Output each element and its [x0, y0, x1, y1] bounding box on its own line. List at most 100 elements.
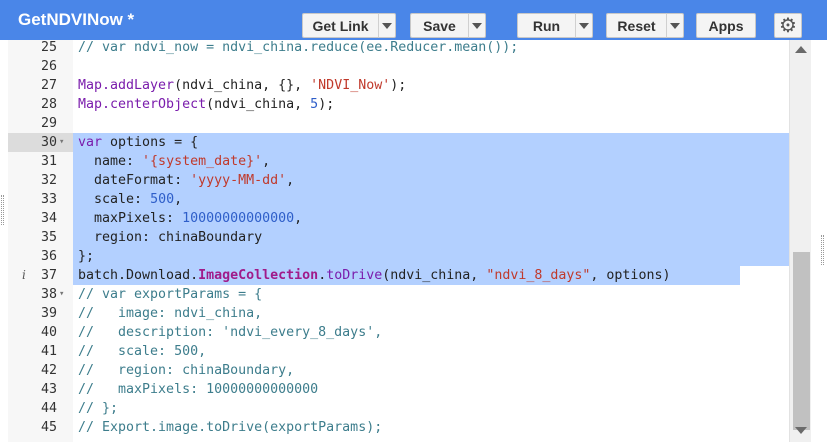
code-line[interactable]: // region: chinaBoundary,: [73, 361, 794, 380]
code-text: // maxPixels: 10000000000000: [78, 382, 318, 397]
code-line[interactable]: [73, 57, 794, 76]
code-token: ImageCollection: [198, 268, 319, 283]
fold-toggle-icon[interactable]: ▾: [59, 133, 64, 152]
line-number-row: 40: [8, 323, 73, 342]
code-line[interactable]: batch.Download.ImageCollection.toDrive(n…: [73, 266, 794, 285]
code-line[interactable]: // var ndvi_now = ndvi_china.reduce(ee.R…: [73, 40, 794, 57]
code-token: '{system_date}': [142, 154, 263, 169]
line-number: 38: [40, 287, 57, 302]
line-number-row: 42: [8, 361, 73, 380]
line-number: 39: [40, 306, 57, 321]
code-token: // description: 'ndvi_every_8_days',: [78, 325, 383, 340]
line-number-row: 30 ▾: [8, 133, 73, 152]
line-number-row: 33: [8, 190, 73, 209]
code-token: scale:: [78, 192, 151, 207]
reset-dropdown[interactable]: [666, 13, 684, 38]
save-dropdown[interactable]: [468, 13, 486, 38]
line-number: 25: [40, 40, 57, 55]
line-number: 45: [40, 420, 57, 435]
code-line[interactable]: // var exportParams = {: [73, 285, 794, 304]
line-number: 29: [40, 116, 57, 131]
code-token: // scale: 500,: [78, 344, 207, 359]
code-token: 500: [150, 192, 175, 207]
save-label: Save: [423, 17, 456, 34]
code-line[interactable]: dateFormat: 'yyyy-MM-dd',: [73, 171, 794, 190]
line-number: 40: [40, 325, 57, 340]
code-line[interactable]: // };: [73, 399, 794, 418]
code-token: batch.Download.: [78, 268, 199, 283]
code-token: dateFormat:: [78, 173, 191, 188]
code-line[interactable]: // description: 'ndvi_every_8_days',: [73, 323, 794, 342]
settings-button[interactable]: ⚙: [774, 13, 802, 38]
code-text: // var exportParams = {: [78, 287, 262, 302]
line-number: 30: [40, 135, 57, 150]
right-resize-handle[interactable]: [821, 235, 824, 265]
line-number: 43: [40, 382, 57, 397]
scroll-up-arrow-icon[interactable]: [795, 46, 807, 53]
code-line[interactable]: Map.centerObject(ndvi_china, 5);: [73, 95, 794, 114]
line-number-row: 29: [8, 114, 73, 133]
save-button[interactable]: Save: [410, 13, 468, 38]
code-text: // description: 'ndvi_every_8_days',: [78, 325, 382, 340]
code-line[interactable]: [73, 114, 794, 133]
editor-toolbar: GetNDVINow * Get Link Save Run Reset App…: [0, 0, 827, 40]
code-text: // scale: 500,: [78, 344, 206, 359]
info-icon[interactable]: i: [22, 266, 26, 285]
scrollbar-thumb[interactable]: [793, 252, 810, 430]
fold-toggle-icon[interactable]: ▾: [59, 285, 64, 304]
script-title: GetNDVINow *: [18, 10, 135, 29]
line-number: 28: [40, 97, 57, 112]
code-line[interactable]: };: [73, 247, 794, 266]
run-dropdown[interactable]: [575, 13, 593, 38]
run-button[interactable]: Run: [517, 13, 575, 38]
line-number: 32: [40, 173, 57, 188]
code-line[interactable]: // image: ndvi_china,: [73, 304, 794, 323]
code-token: name:: [78, 154, 143, 169]
get-link-button[interactable]: Get Link: [302, 13, 378, 38]
code-token: (ndvi_china,: [206, 97, 311, 112]
code-token: // Export.image.toDrive(exportParams);: [78, 420, 383, 435]
code-line[interactable]: name: '{system_date}',: [73, 152, 794, 171]
vertical-scrollbar[interactable]: [789, 40, 811, 442]
code-token: 5: [310, 97, 319, 112]
line-number-row: 27: [8, 76, 73, 95]
code-area[interactable]: // var ndvi_now = ndvi_china.reduce(ee.R…: [73, 40, 794, 442]
line-number-row: i 37: [8, 266, 73, 285]
left-resize-handle[interactable]: [1, 195, 4, 225]
code-text: dateFormat: 'yyyy-MM-dd',: [78, 173, 294, 188]
code-line[interactable]: // maxPixels: 10000000000000: [73, 380, 794, 399]
code-line[interactable]: region: chinaBoundary: [73, 228, 794, 247]
reset-button[interactable]: Reset: [606, 13, 666, 38]
code-token: , options): [590, 268, 671, 283]
code-token: 10000000000000: [182, 211, 295, 226]
code-token: );: [318, 97, 335, 112]
run-label: Run: [532, 17, 561, 34]
get-link-dropdown[interactable]: [378, 13, 396, 38]
code-editor[interactable]: 25 26 27 28 29 30 ▾ 31 32 33 34 35 36 i 37 38 ▾ 39 40 41 42 4…: [8, 40, 819, 442]
code-text: // };: [78, 401, 118, 416]
code-line[interactable]: scale: 500,: [73, 190, 794, 209]
line-number: 36: [40, 249, 57, 264]
code-line[interactable]: // Export.image.toDrive(exportParams);: [73, 418, 794, 437]
line-number-row: 35: [8, 228, 73, 247]
code-line[interactable]: // scale: 500,: [73, 342, 794, 361]
code-line[interactable]: var options = {: [73, 133, 794, 152]
code-text: scale: 500,: [78, 192, 182, 207]
code-token: 'yyyy-MM-dd': [190, 173, 287, 188]
chevron-down-icon: [670, 22, 680, 29]
code-line[interactable]: maxPixels: 10000000000000,: [73, 209, 794, 228]
code-text: // var ndvi_now = ndvi_china.reduce(ee.R…: [78, 40, 518, 55]
line-number: 42: [40, 363, 57, 378]
line-number: 26: [40, 59, 57, 74]
apps-button[interactable]: Apps: [696, 13, 756, 38]
code-token: toDrive: [326, 268, 383, 283]
code-token: ,: [294, 211, 303, 226]
code-text: // image: ndvi_china,: [78, 306, 262, 321]
code-line[interactable]: Map.addLayer(ndvi_china, {}, 'NDVI_Now')…: [73, 76, 794, 95]
code-token: "ndvi_8_days": [486, 268, 591, 283]
code-text: Map.addLayer(ndvi_china, {}, 'NDVI_Now')…: [78, 78, 406, 93]
scroll-down-arrow-icon[interactable]: [795, 427, 807, 434]
code-text: };: [78, 249, 94, 264]
line-number-gutter: 25 26 27 28 29 30 ▾ 31 32 33 34 35 36 i 37 38 ▾ 39 40 41 42 4…: [8, 40, 73, 442]
code-token: ,: [286, 173, 295, 188]
